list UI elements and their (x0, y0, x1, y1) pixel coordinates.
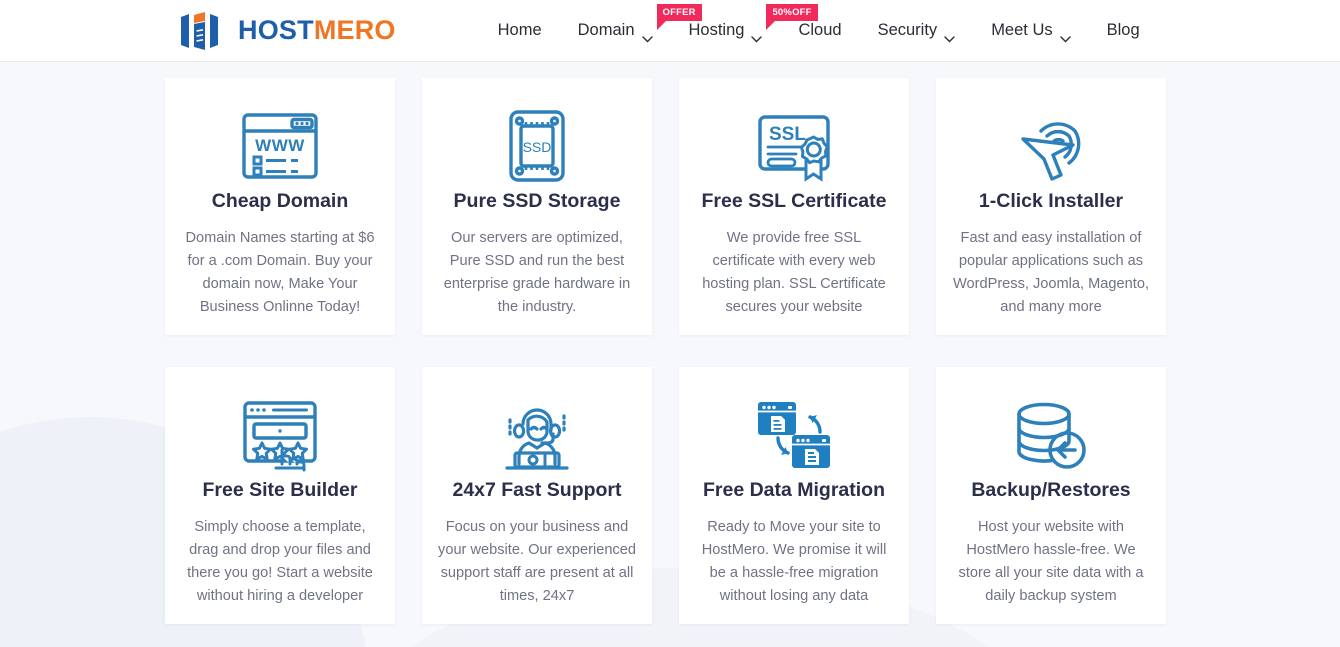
chevron-down-icon (641, 29, 653, 42)
browser-www-icon: WWW (240, 104, 320, 188)
nav-label-cloud: Cloud (798, 21, 842, 39)
nav-item-hosting[interactable]: Hosting 50%OFF (671, 0, 818, 62)
chevron-down-icon (1059, 29, 1071, 42)
brand-logo[interactable]: HOSTMERO (180, 11, 396, 51)
brand-wordmark: HOSTMERO (238, 15, 396, 46)
data-migration-icon (754, 393, 834, 477)
feature-title: Free Data Migration (702, 479, 886, 501)
feature-card-free-ssl-certificate[interactable]: SSL Free SSL Certificate We provide free… (679, 78, 909, 335)
nav-item-blog[interactable]: Blog (1089, 0, 1158, 62)
site-builder-stars-icon (240, 393, 320, 477)
nav-label-security: Security (877, 21, 938, 39)
feature-description: Domain Names starting at $6 for a .com D… (185, 230, 375, 315)
feature-description: We provide free SSL certificate with eve… (702, 230, 886, 315)
feature-title: 24x7 Fast Support (452, 479, 622, 501)
nav-item-domain[interactable]: Domain OFFER (560, 0, 702, 62)
feature-description: Our servers are optimized, Pure SSD and … (443, 230, 631, 315)
feature-card-backup-restores[interactable]: Backup/Restores Host your website with H… (936, 367, 1166, 624)
nav-item-meet-us[interactable]: Meet Us (973, 0, 1088, 62)
click-cursor-icon (1011, 104, 1091, 188)
ssd-drive-icon: SSD (497, 104, 577, 188)
nav-label-meet-us: Meet Us (991, 21, 1053, 39)
nav-item-cloud[interactable]: Cloud (780, 0, 859, 62)
nav-label-domain: Domain (577, 21, 635, 39)
hostmero-logo-icon (180, 11, 226, 51)
feature-description: Ready to Move your site to HostMero. We … (701, 519, 887, 604)
site-header: HOSTMERO Home Domain OFFER Hosting 50%OF… (0, 0, 1340, 62)
feature-description: Simply choose a template, drag and drop … (187, 519, 373, 604)
feature-title: Cheap Domain (211, 190, 349, 212)
feature-title: 1-Click Installer (978, 190, 1124, 212)
feature-card-free-data-migration[interactable]: Free Data Migration Ready to Move your s… (679, 367, 909, 624)
feature-title: Backup/Restores (971, 479, 1131, 501)
brand-text-mero: MERO (313, 15, 396, 45)
feature-description: Host your website with HostMero hassle-f… (958, 519, 1144, 604)
nav-label-home: Home (497, 21, 542, 39)
features-section: WWW Cheap Domain Domain Names starting a… (0, 62, 1340, 647)
brand-text-host: HOST (238, 15, 314, 45)
feature-description: Fast and easy installation of popular ap… (952, 230, 1150, 315)
nav-label-blog: Blog (1106, 21, 1140, 39)
nav-item-home[interactable]: Home (480, 0, 560, 62)
nav-label-hosting: Hosting (688, 21, 745, 39)
feature-card-pure-ssd-storage[interactable]: SSD Pure SSD Storage Our servers are opt… (422, 78, 652, 335)
ssl-certificate-icon: SSL (754, 104, 834, 188)
feature-title: Free SSL Certificate (701, 190, 887, 212)
support-agent-icon (497, 393, 577, 477)
feature-card-fast-support[interactable]: 24x7 Fast Support Focus on your business… (422, 367, 652, 624)
feature-title: Free Site Builder (202, 479, 358, 501)
svg-text:SSD: SSD (523, 139, 552, 155)
feature-title: Pure SSD Storage (453, 190, 621, 212)
database-backup-icon (1011, 393, 1091, 477)
chevron-down-icon (751, 29, 763, 42)
feature-card-one-click-installer[interactable]: 1-Click Installer Fast and easy installa… (936, 78, 1166, 335)
feature-card-free-site-builder[interactable]: Free Site Builder Simply choose a templa… (165, 367, 395, 624)
features-grid: WWW Cheap Domain Domain Names starting a… (165, 62, 1175, 624)
svg-text:WWW: WWW (255, 136, 305, 155)
chevron-down-icon (944, 29, 955, 42)
main-navigation: Home Domain OFFER Hosting 50%OFF Cloud S… (480, 0, 1158, 62)
nav-item-security[interactable]: Security (860, 0, 974, 62)
svg-text:SSL: SSL (769, 124, 806, 145)
feature-card-cheap-domain[interactable]: WWW Cheap Domain Domain Names starting a… (165, 78, 395, 335)
feature-description: Focus on your business and your website.… (438, 519, 636, 604)
